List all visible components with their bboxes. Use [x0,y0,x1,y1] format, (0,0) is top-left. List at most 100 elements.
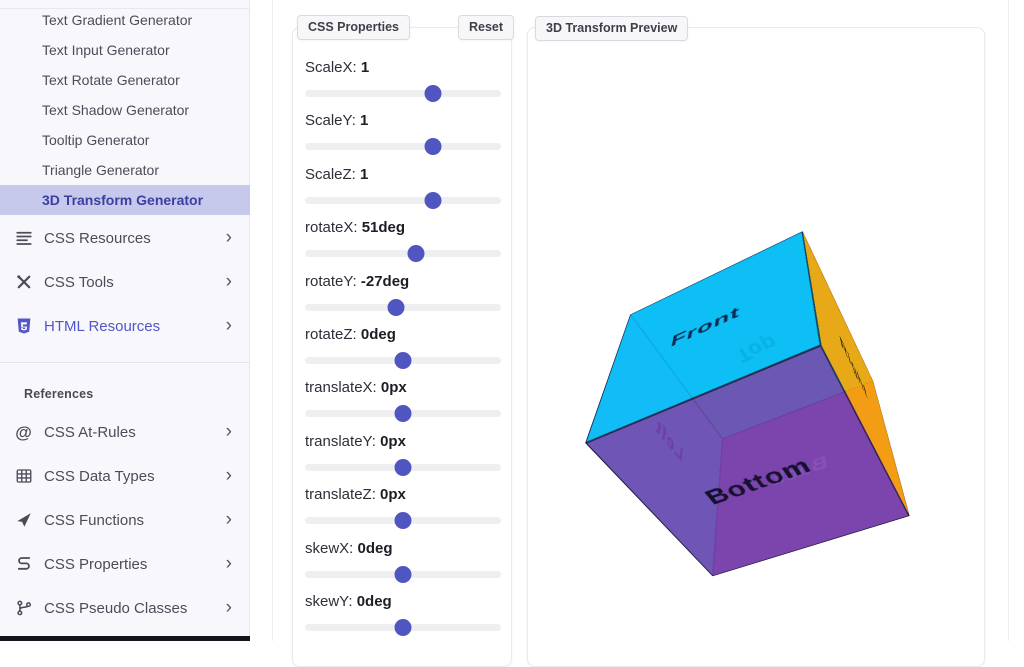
rotatez-slider[interactable] [305,357,501,364]
slider-value: 0deg [358,540,393,557]
scalez-slider[interactable] [305,197,501,204]
chevron-right-icon: › [226,316,232,335]
at-icon: @ [14,423,33,442]
slider-value: 1 [360,112,368,129]
slider-value: 0deg [361,326,396,343]
slider-row-translatex: translateX: 0px [305,378,501,431]
slider-value: 1 [360,166,368,183]
cube-scene: Front Back Right Left Top Bottom [528,28,984,666]
reset-button[interactable]: Reset [458,15,514,40]
slider-thumb[interactable] [425,192,442,209]
sidebar-item-label: CSS Tools [44,274,114,291]
cube-face-label: Front [669,302,740,351]
chevron-right-icon: › [226,510,232,529]
rotatex-slider[interactable] [305,250,501,257]
translatex-slider[interactable] [305,410,501,417]
cube-face-label: Bottom [699,451,816,509]
scaley-slider[interactable] [305,143,501,150]
sidebar-item-css-at-rules[interactable]: @ CSS At-Rules › [0,410,250,454]
sidebar-item-text-shadow-generator[interactable]: Text Shadow Generator [0,95,250,125]
sidebar-item-label: CSS At-Rules [44,424,136,441]
slider-label: ScaleY: 1 [305,111,501,131]
chevron-right-icon: › [226,554,232,573]
slider-value: 51deg [362,219,405,236]
chevron-right-icon: › [226,272,232,291]
skewx-slider[interactable] [305,571,501,578]
tools-icon [14,273,33,292]
slider-label: translateZ: 0px [305,485,501,505]
slider-label: ScaleX: 1 [305,58,501,78]
slider-thumb[interactable] [388,299,405,316]
chevron-right-icon: › [226,598,232,617]
slider-row-scaley: ScaleY: 1 [305,111,501,164]
sidebar-item-css-resources[interactable]: CSS Resources › [0,216,250,260]
slider-thumb[interactable] [395,619,412,636]
slider-row-scalez: ScaleZ: 1 [305,165,501,218]
rotatey-slider[interactable] [305,304,501,311]
css-properties-tab: CSS Properties [297,15,410,40]
sidebar: Text Gradient Generator Text Input Gener… [0,0,250,641]
slider-value: 0deg [357,593,392,610]
sidebar-divider [0,362,250,363]
branch-icon [14,599,33,618]
sidebar-item-label: CSS Properties [44,556,147,573]
sidebar-item-label: HTML Resources [44,318,160,335]
scalex-slider[interactable] [305,90,501,97]
sidebar-item-tooltip-generator[interactable]: Tooltip Generator [0,125,250,155]
slider-row-skewx: skewX: 0deg [305,539,501,592]
slider-row-skewy: skewY: 0deg [305,592,501,645]
table-icon [14,467,33,486]
translatez-slider[interactable] [305,517,501,524]
slider-value: 0px [381,379,407,396]
sidebar-item-3d-transform-generator-active[interactable]: 3D Transform Generator [0,185,250,215]
sidebar-bottom-bar [0,636,250,641]
slider-thumb[interactable] [395,566,412,583]
sidebar-item-css-properties[interactable]: CSS Properties › [0,542,250,586]
sidebar-references: @ CSS At-Rules › CSS Data Types › CSS Fu… [0,410,250,630]
sidebar-item-css-pseudo-classes[interactable]: CSS Pseudo Classes › [0,586,250,630]
slider-thumb[interactable] [407,245,424,262]
sidebar-item-text-input-generator[interactable]: Text Input Generator [0,35,250,65]
slider-value: -27deg [361,273,409,290]
slider-row-scalex: ScaleX: 1 [305,58,501,111]
preview-cube: Front Back Right Left Top Bottom [656,313,871,517]
sidebar-item-label: CSS Data Types [44,468,155,485]
chevron-right-icon: › [226,422,232,441]
slider-label: skewX: 0deg [305,539,501,559]
css-properties-icon [14,555,33,574]
generator-submenu: Text Gradient Generator Text Input Gener… [0,5,250,215]
slider-thumb[interactable] [425,85,442,102]
slider-list: ScaleX: 1 ScaleY: 1 ScaleZ: 1 rotateX: 5… [293,28,513,645]
sidebar-item-html-resources[interactable]: HTML Resources › [0,304,250,348]
references-heading: References [24,387,93,401]
content-left-border [272,0,273,641]
sidebar-item-css-data-types[interactable]: CSS Data Types › [0,454,250,498]
slider-thumb[interactable] [425,138,442,155]
skewy-slider[interactable] [305,624,501,631]
sidebar-item-label: CSS Pseudo Classes [44,600,187,617]
chevron-right-icon: › [226,466,232,485]
slider-thumb[interactable] [395,405,412,422]
cone-icon [14,511,33,530]
sidebar-item-text-rotate-generator[interactable]: Text Rotate Generator [0,65,250,95]
slider-thumb[interactable] [395,352,412,369]
preview-panel: Front Back Right Left Top Bottom [527,27,985,667]
sidebar-item-css-functions[interactable]: CSS Functions › [0,498,250,542]
slider-thumb[interactable] [395,512,412,529]
slider-row-translatey: translateY: 0px [305,432,501,485]
slider-row-rotatey: rotateY: -27deg [305,272,501,325]
slider-label: translateY: 0px [305,432,501,452]
sidebar-item-label: CSS Functions [44,512,144,529]
slider-value: 0px [380,486,406,503]
sidebar-item-text-gradient-generator[interactable]: Text Gradient Generator [0,5,250,35]
sidebar-item-css-tools[interactable]: CSS Tools › [0,260,250,304]
chevron-right-icon: › [226,228,232,247]
slider-label: ScaleZ: 1 [305,165,501,185]
html5-shield-icon [14,317,33,336]
list-icon [14,229,33,248]
translatey-slider[interactable] [305,464,501,471]
slider-row-translatez: translateZ: 0px [305,485,501,538]
slider-thumb[interactable] [395,459,412,476]
slider-label: rotateZ: 0deg [305,325,501,345]
sidebar-item-triangle-generator[interactable]: Triangle Generator [0,155,250,185]
